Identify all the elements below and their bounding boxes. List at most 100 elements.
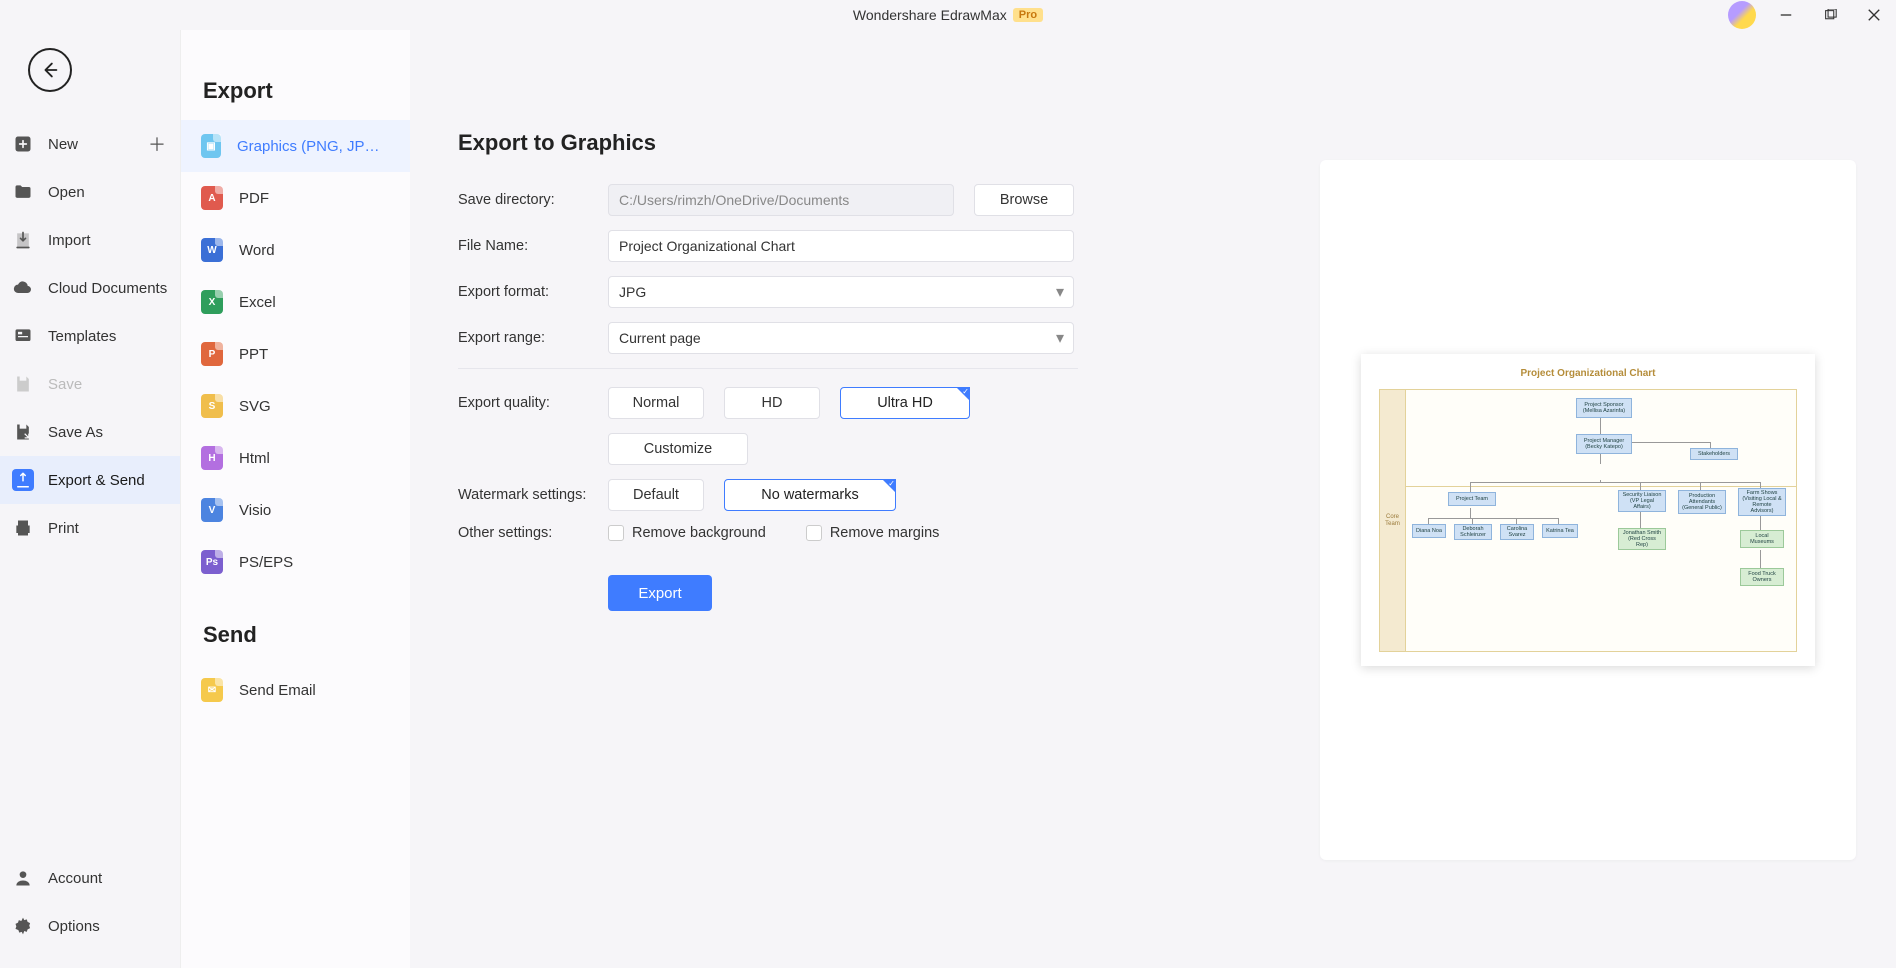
import-icon (12, 229, 34, 251)
nav-templates[interactable]: Templates (0, 312, 180, 360)
back-button[interactable] (28, 48, 72, 92)
nav-label: Account (48, 870, 102, 887)
section-heading-export: Export (181, 78, 410, 120)
export-type-pseps[interactable]: Ps PS/EPS (181, 536, 410, 588)
browse-button[interactable]: Browse (974, 184, 1074, 216)
export-type-label: Word (239, 242, 275, 259)
remove-margins-checkbox[interactable] (806, 525, 822, 541)
gear-icon (12, 915, 34, 937)
close-button[interactable] (1860, 1, 1888, 29)
export-type-label: PPT (239, 346, 268, 363)
nav-label: Print (48, 520, 79, 537)
export-icon (12, 469, 34, 491)
secondary-sidebar: Export ▣ Graphics (PNG, JPG et... A PDF … (180, 30, 410, 968)
export-type-ppt[interactable]: P PPT (181, 328, 410, 380)
save-as-icon (12, 421, 34, 443)
nav-export-send[interactable]: Export & Send (0, 456, 180, 504)
maximize-button[interactable] (1816, 1, 1844, 29)
export-button[interactable]: Export (608, 575, 712, 611)
export-range-select[interactable]: Current page (608, 322, 1074, 354)
export-type-label: Html (239, 450, 270, 467)
export-type-label: Graphics (PNG, JPG et... (237, 138, 390, 155)
quality-hd[interactable]: HD (724, 387, 820, 419)
save-directory-input[interactable] (608, 184, 954, 216)
ppt-file-icon: P (201, 342, 223, 366)
nav-label: Templates (48, 328, 116, 345)
templates-icon (12, 325, 34, 347)
pro-badge: Pro (1013, 8, 1043, 22)
preview-pane: Project Organizational Chart Core Team (1320, 160, 1856, 860)
image-file-icon: ▣ (201, 134, 221, 158)
quality-ultra-hd[interactable]: Ultra HD (840, 387, 970, 419)
file-name-input[interactable] (608, 230, 1074, 262)
export-type-label: SVG (239, 398, 271, 415)
label-export-quality: Export quality: (458, 395, 608, 411)
nav-label: Open (48, 184, 85, 201)
export-type-pdf[interactable]: A PDF (181, 172, 410, 224)
export-type-graphics[interactable]: ▣ Graphics (PNG, JPG et... (181, 120, 410, 172)
preview-side-label: Core Team (1380, 390, 1406, 651)
export-type-visio[interactable]: V Visio (181, 484, 410, 536)
main-panel: Export to Graphics Save directory: Brows… (410, 30, 1896, 968)
page-title: Export to Graphics (458, 130, 1856, 156)
mail-icon: ✉ (201, 678, 223, 702)
plus-icon[interactable]: ＋ (148, 131, 166, 157)
nav-import[interactable]: Import (0, 216, 180, 264)
label-file-name: File Name: (458, 238, 608, 254)
nav-label: Save As (48, 424, 103, 441)
app-title: Wondershare EdrawMax (853, 7, 1007, 23)
label-other: Other settings: (458, 525, 608, 541)
nav-label: Options (48, 918, 100, 935)
nav-save-as[interactable]: Save As (0, 408, 180, 456)
section-heading-send: Send (181, 588, 410, 664)
send-label: Send Email (239, 682, 316, 699)
folder-icon (12, 181, 34, 203)
nav-label: Import (48, 232, 91, 249)
label-save-directory: Save directory: (458, 192, 608, 208)
nav-options[interactable]: Options (0, 902, 180, 950)
label-export-range: Export range: (458, 330, 608, 346)
titlebar: Wondershare EdrawMax Pro (0, 0, 1896, 30)
label-export-format: Export format: (458, 284, 608, 300)
preview-document: Project Organizational Chart Core Team (1361, 354, 1815, 666)
export-type-excel[interactable]: X Excel (181, 276, 410, 328)
remove-margins-label: Remove margins (830, 525, 940, 541)
word-file-icon: W (201, 238, 223, 262)
watermark-default[interactable]: Default (608, 479, 704, 511)
user-avatar[interactable] (1728, 1, 1756, 29)
send-email[interactable]: ✉ Send Email (181, 664, 410, 716)
nav-label: Export & Send (48, 472, 145, 489)
save-icon (12, 373, 34, 395)
cloud-icon (12, 277, 34, 299)
nav-label: Cloud Documents (48, 280, 167, 297)
user-icon (12, 867, 34, 889)
export-type-word[interactable]: W Word (181, 224, 410, 276)
nav-new[interactable]: New ＋ (0, 120, 180, 168)
nav-cloud-documents[interactable]: Cloud Documents (0, 264, 180, 312)
print-icon (12, 517, 34, 539)
nav-print[interactable]: Print (0, 504, 180, 552)
nav-account[interactable]: Account (0, 854, 180, 902)
visio-file-icon: V (201, 498, 223, 522)
plus-square-icon (12, 133, 34, 155)
export-format-select[interactable]: JPG (608, 276, 1074, 308)
pdf-file-icon: A (201, 186, 223, 210)
export-type-html[interactable]: H Html (181, 432, 410, 484)
preview-title: Project Organizational Chart (1379, 368, 1797, 379)
export-type-svg[interactable]: S SVG (181, 380, 410, 432)
export-type-label: PS/EPS (239, 554, 293, 571)
minimize-button[interactable] (1772, 1, 1800, 29)
export-type-label: Excel (239, 294, 276, 311)
nav-label: New (48, 136, 78, 153)
excel-file-icon: X (201, 290, 223, 314)
nav-open[interactable]: Open (0, 168, 180, 216)
export-type-label: Visio (239, 502, 271, 519)
remove-background-checkbox[interactable] (608, 525, 624, 541)
divider (458, 368, 1078, 369)
export-type-label: PDF (239, 190, 269, 207)
quality-customize[interactable]: Customize (608, 433, 748, 465)
remove-background-label: Remove background (632, 525, 766, 541)
quality-normal[interactable]: Normal (608, 387, 704, 419)
label-watermark: Watermark settings: (458, 487, 608, 503)
watermark-none[interactable]: No watermarks (724, 479, 896, 511)
